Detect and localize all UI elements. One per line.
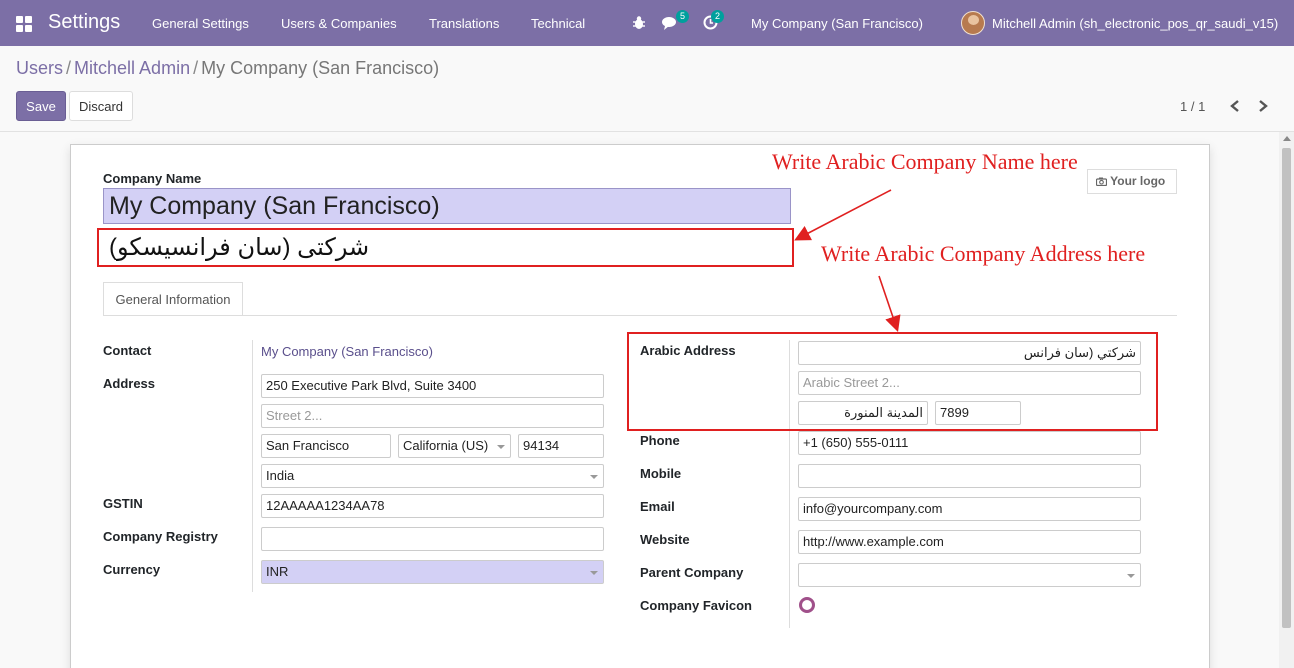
address-hint-arrow: [878, 275, 901, 333]
name-hint-arrow: [794, 189, 892, 241]
annotation-arrows: [794, 189, 901, 333]
